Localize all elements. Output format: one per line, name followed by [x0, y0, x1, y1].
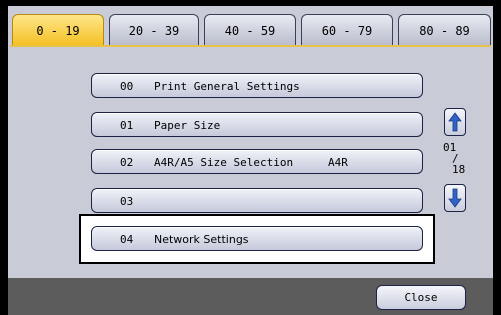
item-label: A4R/A5 Size Selection — [154, 156, 294, 169]
page-total: 18 — [452, 163, 466, 176]
tab-80-89[interactable]: 80 - 89 — [398, 14, 491, 46]
up-arrow-icon — [448, 112, 462, 132]
item-number: 03 — [120, 195, 134, 208]
list-item-04[interactable]: 04 Network Settings — [91, 226, 423, 251]
item-number: 02 — [120, 156, 134, 169]
frame-right — [493, 0, 501, 315]
list-item-01[interactable]: 01 Paper Size — [91, 112, 423, 137]
settings-panel: 0 - 19 20 - 39 40 - 59 60 - 79 80 - 89 0… — [0, 0, 501, 315]
scroll-up-button[interactable] — [444, 108, 466, 136]
list-item-00[interactable]: 00 Print General Settings — [91, 73, 423, 98]
close-label: Close — [404, 291, 438, 304]
item-number: 04 — [120, 233, 134, 246]
tab-underline — [10, 45, 491, 47]
tab-label: 0 - 19 — [36, 23, 80, 38]
close-button[interactable]: Close — [376, 285, 466, 310]
item-label: Network Settings — [154, 233, 249, 246]
tab-label: 80 - 89 — [419, 23, 470, 38]
item-number: 01 — [120, 119, 134, 132]
item-label: Paper Size — [154, 119, 221, 132]
item-value: A4R — [328, 156, 348, 169]
tab-20-39[interactable]: 20 - 39 — [109, 14, 199, 46]
list-item-02[interactable]: 02 A4R/A5 Size Selection A4R — [91, 149, 423, 174]
item-number: 00 — [120, 80, 134, 93]
frame-left — [0, 0, 8, 315]
tab-40-59[interactable]: 40 - 59 — [204, 14, 296, 46]
tab-60-79[interactable]: 60 - 79 — [301, 14, 393, 46]
tab-0-19[interactable]: 0 - 19 — [12, 14, 104, 46]
tab-label: 40 - 59 — [224, 23, 276, 38]
frame-top — [0, 0, 501, 6]
tab-label: 20 - 39 — [128, 23, 180, 38]
item-label: Print General Settings — [154, 80, 300, 93]
tab-label: 60 - 79 — [321, 23, 373, 38]
down-arrow-icon — [448, 188, 462, 208]
list-item-03[interactable]: 03 — [91, 188, 423, 213]
scroll-down-button[interactable] — [444, 184, 466, 212]
